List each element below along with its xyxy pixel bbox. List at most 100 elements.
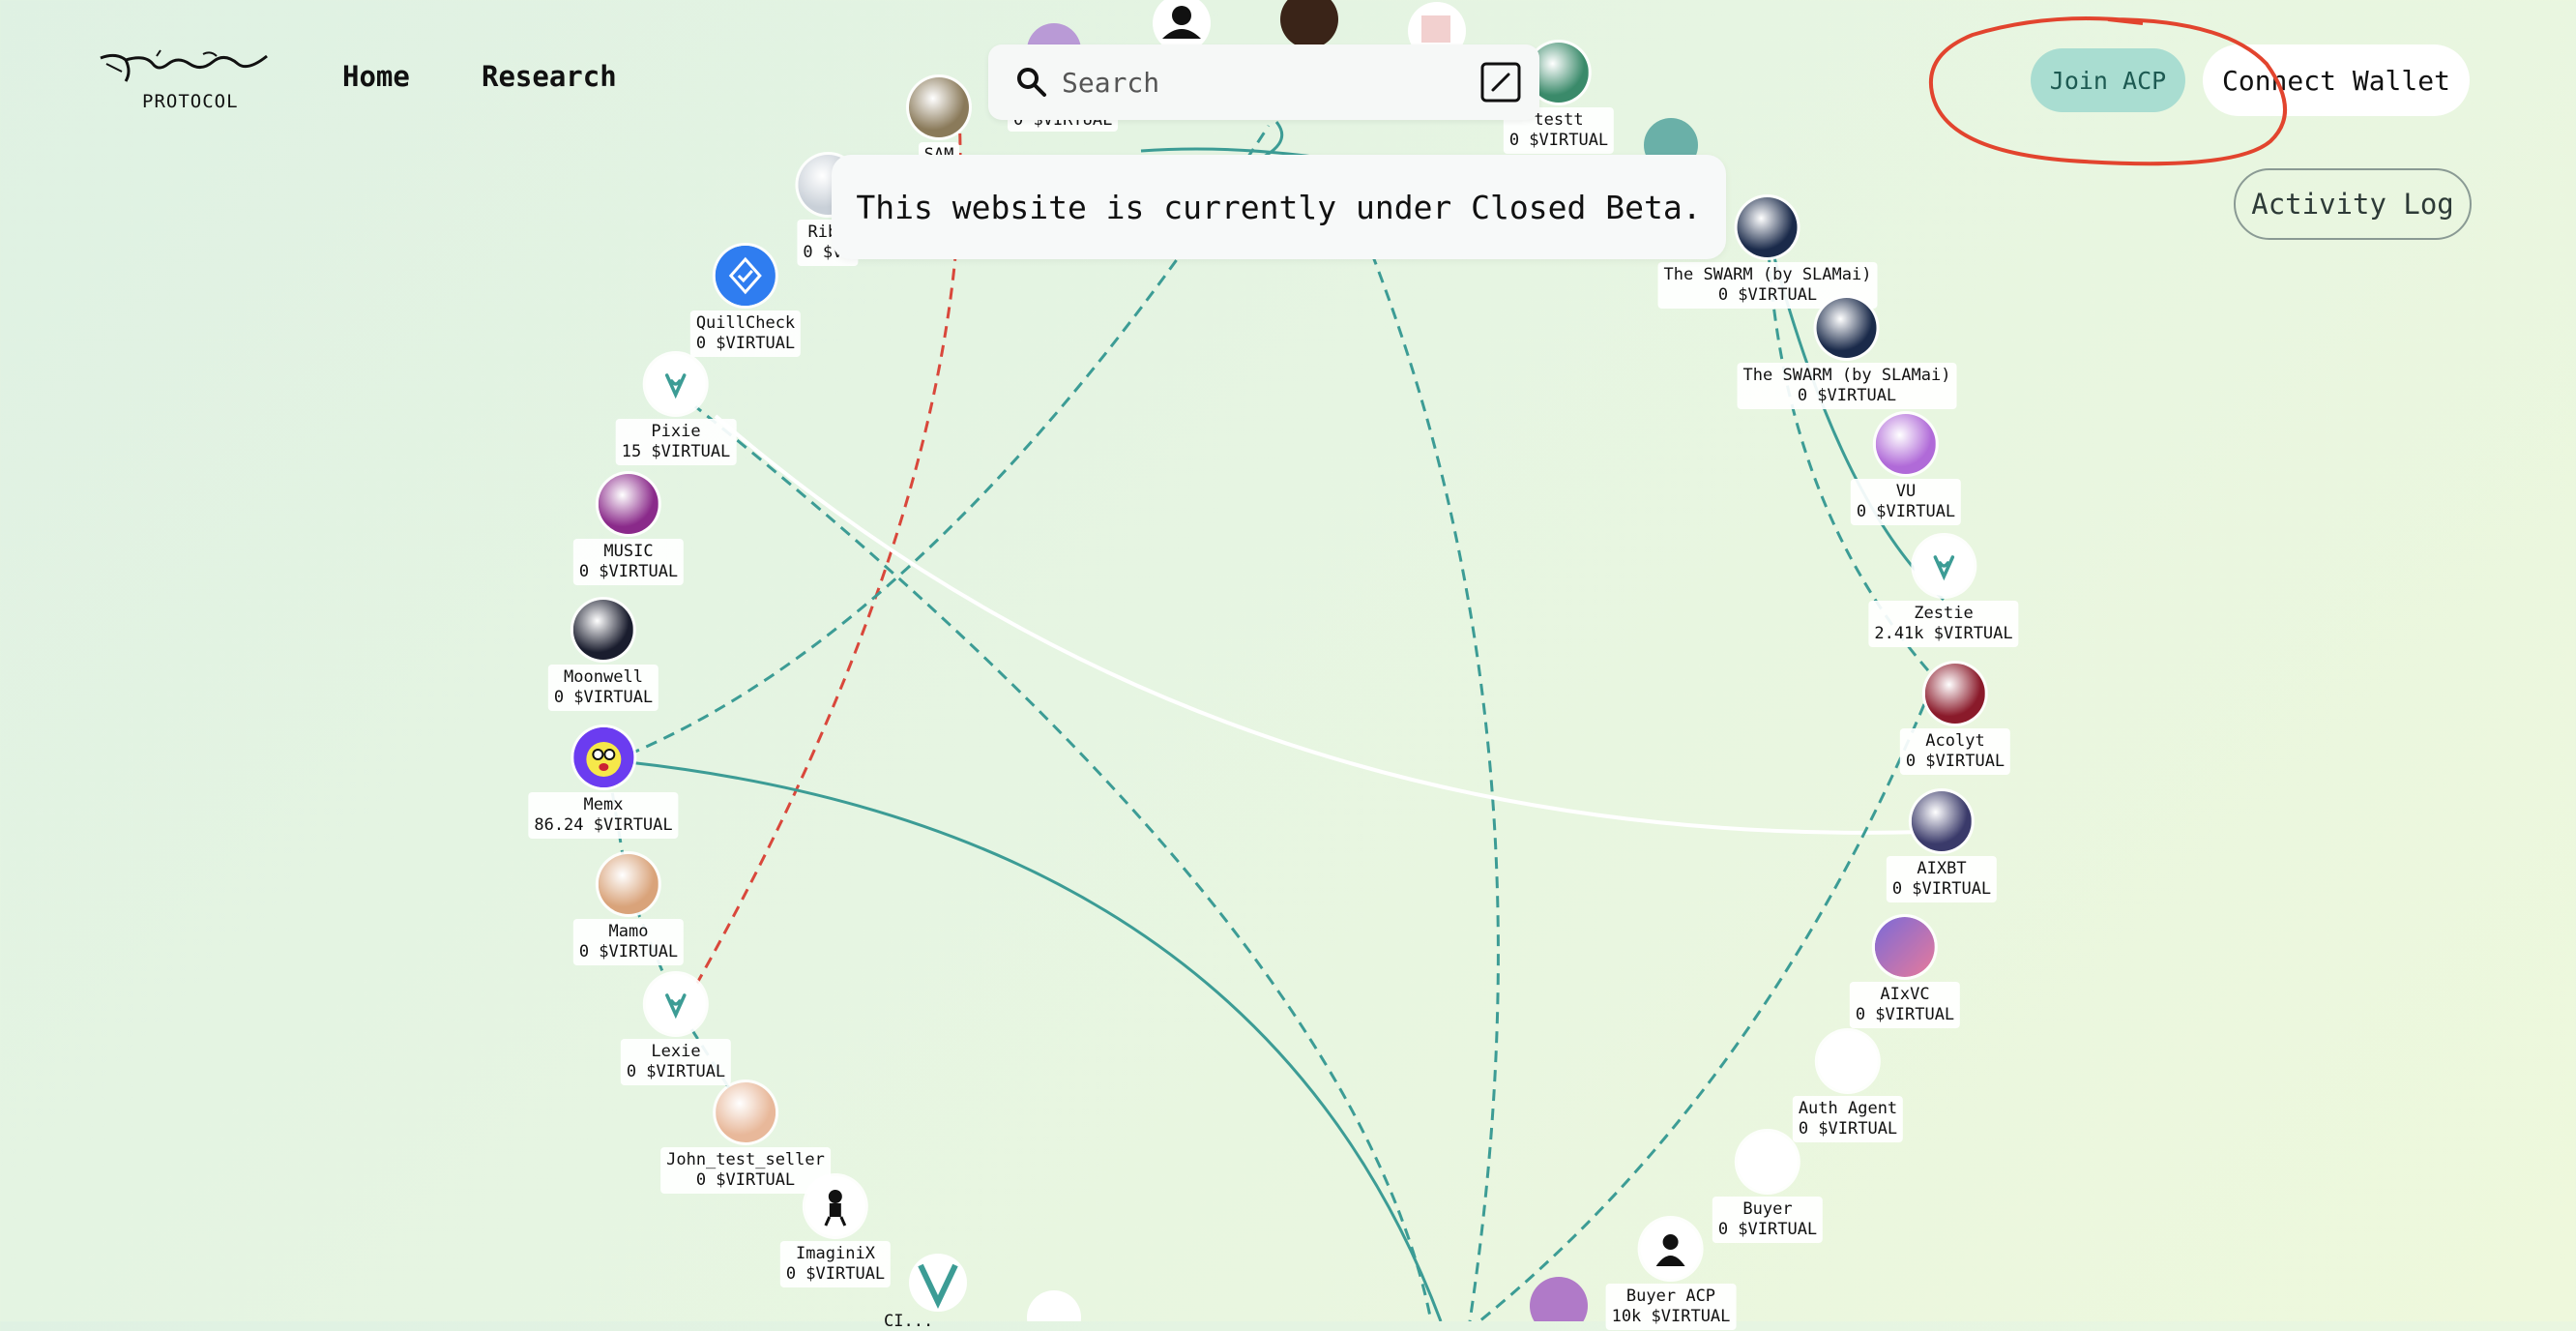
agent-connection-edge	[628, 760, 1443, 1321]
agent-node[interactable]: Auth Agent 0 $VIRTUAL	[1792, 1031, 1904, 1142]
avatar-photo-icon	[1875, 414, 1936, 474]
agent-node[interactable]: Acolyt 0 $VIRTUAL	[1899, 664, 2011, 775]
agent-avatar[interactable]	[1874, 917, 1935, 977]
agent-balance: 0 $VIRTUAL	[578, 942, 679, 961]
agent-label: Moonwell 0 $VIRTUAL	[547, 665, 659, 711]
agent-avatar[interactable]	[1737, 1132, 1798, 1192]
agent-name: AIxVC	[1880, 985, 1930, 1004]
agent-node[interactable]: Mamo 0 $VIRTUAL	[572, 854, 685, 965]
avatar-photo-icon	[1911, 791, 1972, 851]
agent-avatar[interactable]	[1911, 791, 1972, 851]
agent-name: The SWARM (by SLAMai)	[1663, 265, 1872, 284]
agent-balance: 0 $VIRTUAL	[785, 1264, 886, 1284]
agent-label: Zestie 2.41k $VIRTUAL	[1868, 601, 2019, 647]
partial-node-avatar[interactable]	[1027, 1290, 1081, 1321]
avatar-photo-icon	[1817, 298, 1877, 358]
agent-node[interactable]: VU 0 $VIRTUAL	[1850, 414, 1962, 525]
agent-balance: 0 $VIRTUAL	[1856, 502, 1956, 521]
agent-avatar[interactable]	[715, 1082, 776, 1142]
agent-balance: 15 $VIRTUAL	[621, 442, 731, 461]
acp-agent-icon	[1933, 555, 1954, 581]
agent-name: ImaginiX	[796, 1244, 875, 1263]
agent-label: Mamo 0 $VIRTUAL	[572, 919, 685, 965]
agent-node[interactable]: ImaginiX 0 $VIRTUAL	[779, 1176, 892, 1287]
agent-name: Lexie	[651, 1042, 701, 1061]
agent-avatar[interactable]	[646, 354, 706, 414]
acp-agent-icon	[665, 993, 687, 1020]
partial-label: CI...	[884, 1312, 934, 1331]
agent-label: Lexie 0 $VIRTUAL	[620, 1039, 732, 1085]
agent-name: Buyer	[1742, 1199, 1793, 1219]
search-bar[interactable]	[988, 44, 1539, 120]
agent-node[interactable]: The SWARM (by SLAMai) 0 $VIRTUAL	[1737, 298, 1957, 409]
nav-research[interactable]: Research	[482, 60, 617, 93]
agent-name: Acolyt	[1925, 731, 1985, 751]
agent-node[interactable]: Pixie 15 $VIRTUAL	[615, 354, 737, 465]
agent-label: AIxVC 0 $VIRTUAL	[1849, 982, 1961, 1028]
memx-face-icon	[572, 727, 633, 787]
agent-avatar[interactable]	[572, 600, 633, 660]
agent-connection-edge	[1332, 163, 1500, 1321]
agent-avatar[interactable]	[1640, 1219, 1701, 1279]
agent-avatar[interactable]	[598, 474, 659, 534]
agent-label: Acolyt 0 $VIRTUAL	[1899, 728, 2011, 775]
agent-label: QuillCheck 0 $VIRTUAL	[689, 311, 802, 357]
annotation-circle	[1928, 16, 2287, 166]
agent-name: VU	[1895, 482, 1917, 501]
agent-name: Auth Agent	[1798, 1099, 1898, 1118]
agent-avatar[interactable]	[1924, 664, 1985, 724]
agent-avatar[interactable]	[1817, 298, 1877, 358]
agent-balance: 0 $VIRTUAL	[695, 334, 796, 353]
agent-avatar[interactable]	[1913, 536, 1974, 596]
agent-node[interactable]: Moonwell 0 $VIRTUAL	[547, 600, 659, 711]
agent-avatar[interactable]	[715, 246, 776, 306]
agent-avatar[interactable]	[1738, 197, 1798, 257]
agent-label: ImaginiX 0 $VIRTUAL	[779, 1241, 892, 1287]
agent-label: AIXBT 0 $VIRTUAL	[1886, 856, 1998, 902]
agent-avatar[interactable]	[1817, 1031, 1878, 1091]
agent-balance: 0 $VIRTUAL	[626, 1062, 726, 1081]
agent-balance: 0 $VIRTUAL	[1797, 386, 1897, 405]
agent-avatar[interactable]	[1875, 414, 1936, 474]
agent-label: Pixie 15 $VIRTUAL	[615, 419, 737, 465]
agent-node[interactable]: Buyer ACP 10k $VIRTUAL	[1605, 1219, 1737, 1330]
closed-beta-banner: This website is currently under Closed B…	[832, 155, 1726, 259]
avatar-photo-icon	[598, 854, 659, 914]
top-bar: PROTOCOL Home Research Join ACP Connect …	[0, 0, 2576, 240]
agent-node[interactable]: Lexie 0 $VIRTUAL	[620, 974, 732, 1085]
agent-node[interactable]: AIxVC 0 $VIRTUAL	[1849, 917, 1961, 1028]
agent-node[interactable]: MUSIC 0 $VIRTUAL	[572, 474, 685, 585]
agent-name: Memx	[583, 795, 624, 814]
avatar-photo-icon	[1924, 664, 1985, 724]
agent-balance: 10k $VIRTUAL	[1611, 1307, 1731, 1326]
agent-avatar[interactable]	[572, 727, 633, 787]
slash-shortcut-icon	[1480, 62, 1521, 103]
agent-label: MUSIC 0 $VIRTUAL	[572, 539, 685, 585]
avatar-photo-icon	[1738, 197, 1798, 257]
agent-balance: 2.41k $VIRTUAL	[1874, 624, 2013, 643]
agent-avatar[interactable]	[805, 1176, 865, 1236]
agent-name: QuillCheck	[695, 313, 796, 333]
gradient-orb-icon	[1874, 917, 1935, 977]
agent-name: The SWARM (by SLAMai)	[1742, 366, 1951, 385]
agent-name: MUSIC	[603, 542, 654, 561]
agent-avatar[interactable]	[645, 974, 706, 1034]
agent-node[interactable]: Zestie 2.41k $VIRTUAL	[1868, 536, 2019, 647]
acp-agent-icon	[665, 373, 687, 399]
agent-name: Pixie	[651, 422, 701, 441]
agent-balance: 0 $VIRTUAL	[1891, 879, 1992, 899]
agent-balance: 0 $VIRTUAL	[553, 688, 654, 707]
search-icon	[1017, 68, 1046, 97]
partial-node-avatar[interactable]	[1530, 1277, 1588, 1321]
agent-name: Zestie	[1914, 604, 1974, 623]
agent-node[interactable]: AIXBT 0 $VIRTUAL	[1886, 791, 1998, 902]
agent-avatar[interactable]	[598, 854, 659, 914]
agent-node[interactable]: Memx 86.24 $VIRTUAL	[528, 727, 679, 839]
nav-home[interactable]: Home	[342, 60, 410, 93]
agent-connection-edge	[714, 414, 1925, 835]
agent-node[interactable]: QuillCheck 0 $VIRTUAL	[689, 246, 802, 357]
agent-name: Buyer ACP	[1625, 1287, 1716, 1306]
agent-label: The SWARM (by SLAMai) 0 $VIRTUAL	[1737, 363, 1957, 409]
search-input[interactable]	[1060, 65, 1450, 100]
avatar-photo-icon	[715, 1082, 776, 1142]
